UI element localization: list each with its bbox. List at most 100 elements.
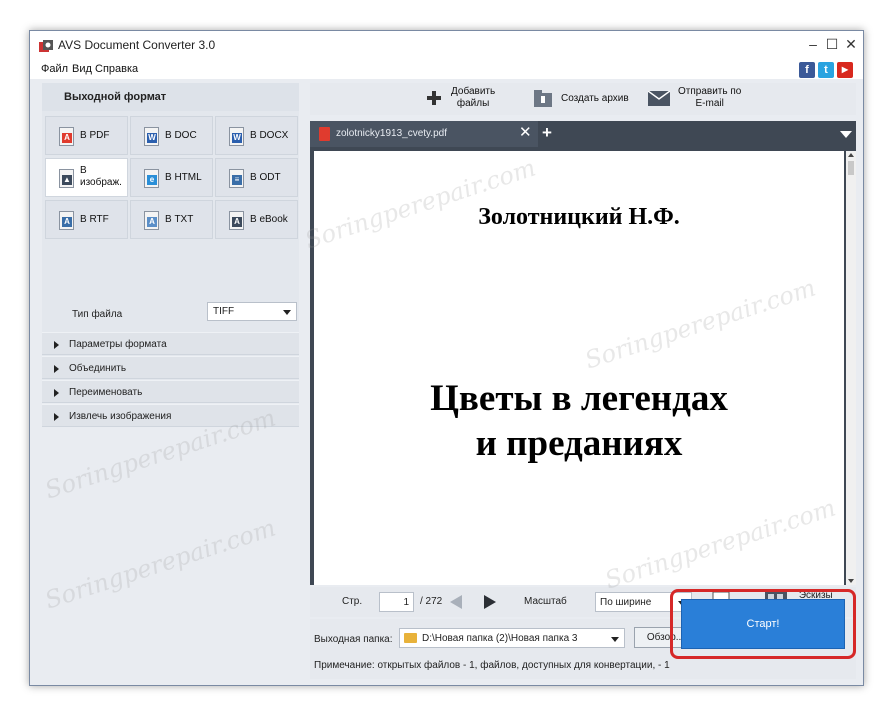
zoom-label: Масштаб (524, 596, 567, 607)
document-title-line-2: и преданиях (475, 423, 683, 464)
start-button-highlight: Старт! (670, 589, 856, 659)
menu-view[interactable]: Вид (72, 63, 92, 75)
app-logo-icon (39, 40, 53, 52)
document-tab-bar: zolotnicky1913_cvety.pdf ✕ + (310, 121, 856, 147)
format-image-label: В изображ. (80, 165, 122, 188)
output-folder-select[interactable]: D:\Новая папка (2)\Новая папка 3 (399, 628, 625, 648)
accordion-label: Объединить (69, 363, 127, 374)
window-title: AVS Document Converter 3.0 (58, 38, 216, 52)
chevron-down-icon (611, 637, 619, 642)
document-preview: Золотницкий Н.Ф. Цветы в легендах и пред… (310, 147, 856, 585)
zoom-value: По ширине (600, 597, 652, 608)
output-folder-path: D:\Новая папка (2)\Новая папка 3 (422, 633, 578, 644)
preview-page: Золотницкий Н.Ф. Цветы в легендах и пред… (314, 151, 844, 585)
format-docx-label: В DOCX (250, 130, 289, 141)
format-image-button[interactable]: ▲ В изображ. (45, 158, 128, 197)
next-page-icon[interactable] (484, 595, 496, 609)
toolbar: Добавить файлы Создать архив Отправить п… (310, 83, 856, 115)
expand-arrow-icon (54, 341, 59, 349)
document-title: Цветы в легендах и преданиях (314, 376, 844, 466)
youtube-icon[interactable]: ▶ (837, 62, 853, 78)
menu-file[interactable]: Файл (41, 63, 68, 75)
file-type-select[interactable]: TIFF (207, 302, 297, 321)
add-files-label: Добавить файлы (451, 86, 496, 109)
page-number-input[interactable]: 1 (379, 592, 414, 612)
html-icon: e (144, 169, 159, 188)
twitter-icon[interactable]: t (818, 62, 834, 78)
expand-arrow-icon (54, 413, 59, 421)
format-odt-label: В ODT (250, 172, 281, 183)
email-icon (648, 91, 670, 106)
send-email-button[interactable]: Отправить по E-mail (646, 83, 756, 115)
title-bar: AVS Document Converter 3.0 – ☐ ✕ (30, 31, 863, 61)
accordion-label: Переименовать (69, 387, 143, 398)
accordion-format-params[interactable]: Параметры формата (42, 332, 299, 355)
document-title-line-1: Цветы в легендах (430, 378, 728, 419)
accordion-rename[interactable]: Переименовать (42, 380, 299, 403)
tab-menu-chevron-icon[interactable] (840, 131, 852, 138)
format-odt-button[interactable]: ≡ В ODT (215, 158, 298, 197)
output-folder-label: Выходная папка: (314, 634, 393, 645)
facebook-icon[interactable]: f (799, 62, 815, 78)
status-note: Примечание: открытых файлов - 1, файлов,… (314, 660, 670, 671)
accordion-merge[interactable]: Объединить (42, 356, 299, 379)
add-files-button[interactable]: Добавить файлы (423, 83, 518, 115)
create-archive-button[interactable]: Создать архив (532, 83, 632, 115)
archive-icon (534, 90, 552, 107)
app-window: AVS Document Converter 3.0 – ☐ ✕ Файл Ви… (29, 30, 864, 686)
start-button[interactable]: Старт! (681, 599, 845, 649)
format-ebook-label: В eBook (250, 214, 288, 225)
scroll-down-icon[interactable] (848, 579, 854, 583)
format-html-label: В HTML (165, 172, 202, 183)
plus-icon (427, 91, 441, 105)
format-txt-label: В TXT (165, 214, 194, 225)
format-pdf-button[interactable]: A В PDF (45, 116, 128, 155)
output-format-panel: Выходной формат A В PDF W В DOC W В DOCX… (42, 83, 299, 381)
txt-icon: A (144, 211, 159, 230)
format-html-button[interactable]: e В HTML (130, 158, 213, 197)
format-ebook-button[interactable]: A В eBook (215, 200, 298, 239)
format-pdf-label: В PDF (80, 130, 110, 141)
document-tab-filename: zolotnicky1913_cvety.pdf (336, 128, 447, 139)
add-tab-icon[interactable]: + (542, 123, 552, 143)
image-icon: ▲ (59, 169, 74, 188)
document-author: Золотницкий Н.Ф. (478, 204, 680, 230)
maximize-button[interactable]: ☐ (824, 36, 840, 52)
output-format-header: Выходной формат (42, 83, 299, 111)
format-docx-button[interactable]: W В DOCX (215, 116, 298, 155)
file-type-value: TIFF (213, 306, 235, 317)
accordion-label: Извлечь изображения (69, 411, 172, 422)
ebook-icon: A (229, 211, 244, 230)
scroll-thumb[interactable] (848, 161, 854, 175)
pdf-file-icon (319, 127, 330, 141)
doc-icon: W (144, 127, 159, 146)
page-total: / 272 (420, 596, 443, 607)
close-tab-icon[interactable]: ✕ (519, 125, 532, 141)
file-type-label: Тип файла (72, 309, 123, 320)
format-doc-button[interactable]: W В DOC (130, 116, 213, 155)
accordion-extract-images[interactable]: Извлечь изображения (42, 404, 299, 427)
folder-icon (404, 633, 417, 643)
scroll-up-icon[interactable] (848, 153, 854, 157)
chevron-down-icon (283, 310, 291, 315)
document-tab[interactable]: zolotnicky1913_cvety.pdf ✕ (310, 121, 538, 147)
previous-page-icon[interactable] (450, 595, 462, 609)
expand-arrow-icon (54, 389, 59, 397)
odt-icon: ≡ (229, 169, 244, 188)
format-rtf-label: В RTF (80, 214, 109, 225)
create-archive-label: Создать архив (561, 93, 629, 104)
menu-help[interactable]: Справка (95, 63, 138, 75)
preview-scrollbar[interactable] (846, 151, 856, 585)
pdf-icon: A (59, 127, 74, 146)
format-doc-label: В DOC (165, 130, 197, 141)
accordion-label: Параметры формата (69, 339, 167, 350)
expand-arrow-icon (54, 365, 59, 373)
format-txt-button[interactable]: A В TXT (130, 200, 213, 239)
send-email-label: Отправить по E-mail (678, 86, 742, 109)
docx-icon: W (229, 127, 244, 146)
minimize-button[interactable]: – (805, 36, 821, 52)
close-button[interactable]: ✕ (843, 36, 859, 52)
format-rtf-button[interactable]: A В RTF (45, 200, 128, 239)
page-label: Стр. (342, 596, 363, 607)
rtf-icon: A (59, 211, 74, 230)
